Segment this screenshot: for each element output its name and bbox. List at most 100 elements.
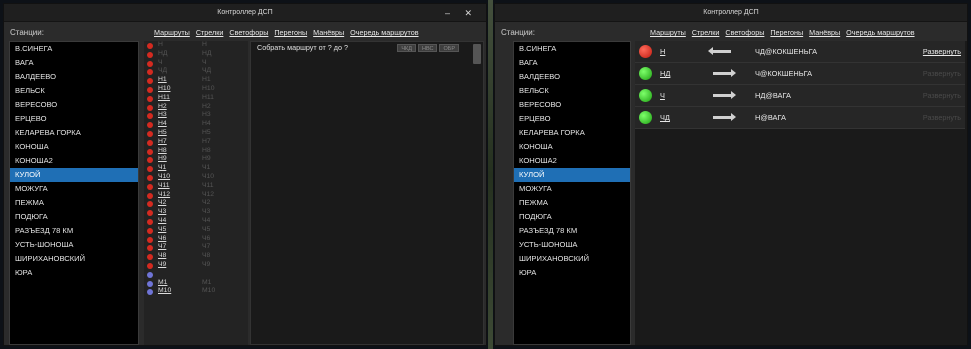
station-item[interactable]: КОНОША — [10, 140, 138, 154]
tab-3[interactable]: Светофоры — [725, 28, 764, 37]
signal-row[interactable] — [144, 270, 248, 279]
station-item[interactable]: КОНОША2 — [10, 154, 138, 168]
signal-row[interactable]: Ч12 Ч12 — [144, 191, 248, 200]
station-item[interactable]: ШИРИХАНОВСКИЙ — [514, 252, 630, 266]
tab-1[interactable]: Маршруты — [650, 28, 686, 37]
signal-row[interactable]: Н5 Н5 — [144, 129, 248, 138]
signal-row[interactable]: Н10 Н10 — [144, 85, 248, 94]
tab-5[interactable]: Манёвры — [809, 28, 840, 37]
signal-link[interactable]: Ч2 — [158, 199, 166, 208]
signal-row[interactable]: Ч6 Ч6 — [144, 235, 248, 244]
station-item[interactable]: МОЖУГА — [514, 182, 630, 196]
station-item[interactable]: ЕРЦЕВО — [10, 112, 138, 126]
signal-link[interactable]: Н5 — [158, 129, 167, 138]
station-item[interactable]: РАЗЪЕЗД 78 КМ — [10, 224, 138, 238]
signal-row[interactable]: Ч9 Ч9 — [144, 261, 248, 270]
expand-button[interactable]: Развернуть — [923, 91, 961, 100]
station-item[interactable]: ВАГА — [10, 56, 138, 70]
signal-row[interactable]: Ч4 Ч4 — [144, 217, 248, 226]
station-item[interactable]: УСТЬ-ШОНОША — [10, 238, 138, 252]
signal-row[interactable]: Н9 Н9 — [144, 155, 248, 164]
signal-link[interactable]: Ч8 — [158, 252, 166, 261]
signal-link[interactable]: Ч4 — [158, 217, 166, 226]
station-item[interactable]: КУЛОЙ — [10, 168, 138, 182]
signal-link[interactable]: М10 — [158, 287, 171, 296]
signal-link[interactable]: Ч5 — [158, 226, 166, 235]
station-item[interactable]: ЮРА — [10, 266, 138, 280]
station-item[interactable]: ПОДЮГА — [514, 210, 630, 224]
route-row[interactable]: НД Ч@КОКШЕНЬГА Развернуть — [635, 63, 965, 85]
station-item[interactable]: ВЕЛЬСК — [514, 84, 630, 98]
signal-row[interactable]: Ч7 Ч7 — [144, 243, 248, 252]
station-item[interactable]: ПОДЮГА — [10, 210, 138, 224]
route-signal-link[interactable]: НД — [660, 69, 670, 78]
signal-row[interactable]: Ч11 Ч11 — [144, 182, 248, 191]
signal-row[interactable]: Н3 Н3 — [144, 111, 248, 120]
signal-link[interactable]: ЧД — [158, 67, 167, 76]
signal-link[interactable]: Ч6 — [158, 235, 166, 244]
route-signal-link[interactable]: Ч — [660, 91, 665, 100]
station-item[interactable]: КОНОША — [514, 140, 630, 154]
station-item[interactable]: МОЖУГА — [10, 182, 138, 196]
tab-6[interactable]: Очередь маршрутов — [350, 28, 418, 37]
tab-6[interactable]: Очередь маршрутов — [846, 28, 914, 37]
signal-row[interactable]: НД НД — [144, 50, 248, 59]
station-item[interactable]: КОНОША2 — [514, 154, 630, 168]
station-item[interactable]: ВАГА — [514, 56, 630, 70]
tab-3[interactable]: Светофоры — [229, 28, 268, 37]
signal-link[interactable]: НД — [158, 50, 168, 59]
signal-link[interactable]: Ч9 — [158, 261, 166, 270]
tab-5[interactable]: Манёвры — [313, 28, 344, 37]
signal-row[interactable]: Ч3 Ч3 — [144, 208, 248, 217]
expand-button[interactable]: Развернуть — [923, 69, 961, 78]
signal-row[interactable]: ЧД ЧД — [144, 67, 248, 76]
signal-link[interactable]: Н2 — [158, 103, 167, 112]
signal-row[interactable]: Н2 Н2 — [144, 103, 248, 112]
signal-link[interactable]: Ч12 — [158, 191, 170, 200]
signal-row[interactable]: Н8 Н8 — [144, 147, 248, 156]
route-signal-link[interactable]: ЧД — [660, 113, 670, 122]
window-controls[interactable]: – ✕ — [445, 4, 478, 22]
station-item[interactable]: ПЕЖМА — [10, 196, 138, 210]
station-item[interactable]: ВАЛДЕЕВО — [10, 70, 138, 84]
signal-link[interactable]: М1 — [158, 279, 167, 288]
station-item[interactable]: ЕРЦЕВО — [514, 112, 630, 126]
signal-row[interactable]: Ч2 Ч2 — [144, 199, 248, 208]
expand-button[interactable]: Развернуть — [923, 113, 961, 122]
signal-row[interactable]: НН — [144, 41, 248, 50]
signal-link[interactable]: Н3 — [158, 111, 167, 120]
route-button[interactable]: НВС — [418, 44, 438, 52]
tab-2[interactable]: Стрелки — [692, 28, 720, 37]
tab-4[interactable]: Перегоны — [274, 28, 307, 37]
signal-link[interactable]: Ч11 — [158, 182, 170, 191]
route-row[interactable]: Н ЧД@КОКШЕНЬГА Развернуть — [635, 41, 965, 63]
signal-row[interactable]: ЧЧ — [144, 59, 248, 68]
signal-row[interactable]: Ч10 Ч10 — [144, 173, 248, 182]
station-item[interactable]: ШИРИХАНОВСКИЙ — [10, 252, 138, 266]
route-signal-link[interactable]: Н — [660, 47, 665, 56]
signal-link[interactable]: Н — [158, 41, 163, 50]
route-button[interactable]: ОБР — [439, 44, 459, 52]
scrollbar[interactable] — [473, 44, 481, 64]
route-button[interactable]: ЧКД — [397, 44, 416, 52]
signal-link[interactable]: Ч10 — [158, 173, 170, 182]
route-row[interactable]: Ч НД@ВАГА Развернуть — [635, 85, 965, 107]
signal-row[interactable]: М10 М10 — [144, 287, 248, 296]
station-item[interactable]: В.СИНЕГА — [10, 42, 138, 56]
signal-row[interactable]: Н11 Н11 — [144, 94, 248, 103]
signal-row[interactable]: Ч1 Ч1 — [144, 164, 248, 173]
signal-link[interactable]: Н1 — [158, 76, 167, 85]
station-item[interactable]: ЮРА — [514, 266, 630, 280]
signal-link[interactable]: Н7 — [158, 138, 167, 147]
signal-link[interactable]: Н9 — [158, 155, 167, 164]
station-item[interactable]: ВЕЛЬСК — [10, 84, 138, 98]
route-row[interactable]: ЧД Н@ВАГА Развернуть — [635, 107, 965, 129]
signal-link[interactable]: Н10 — [158, 85, 170, 94]
tab-2[interactable]: Стрелки — [196, 28, 224, 37]
station-item[interactable]: КЕЛАРЕВА ГОРКА — [10, 126, 138, 140]
signal-link[interactable]: Н4 — [158, 120, 167, 129]
signal-link[interactable]: Н8 — [158, 147, 167, 156]
station-item[interactable]: КЕЛАРЕВА ГОРКА — [514, 126, 630, 140]
signal-row[interactable]: Н1 Н1 — [144, 76, 248, 85]
expand-button[interactable]: Развернуть — [923, 47, 961, 56]
